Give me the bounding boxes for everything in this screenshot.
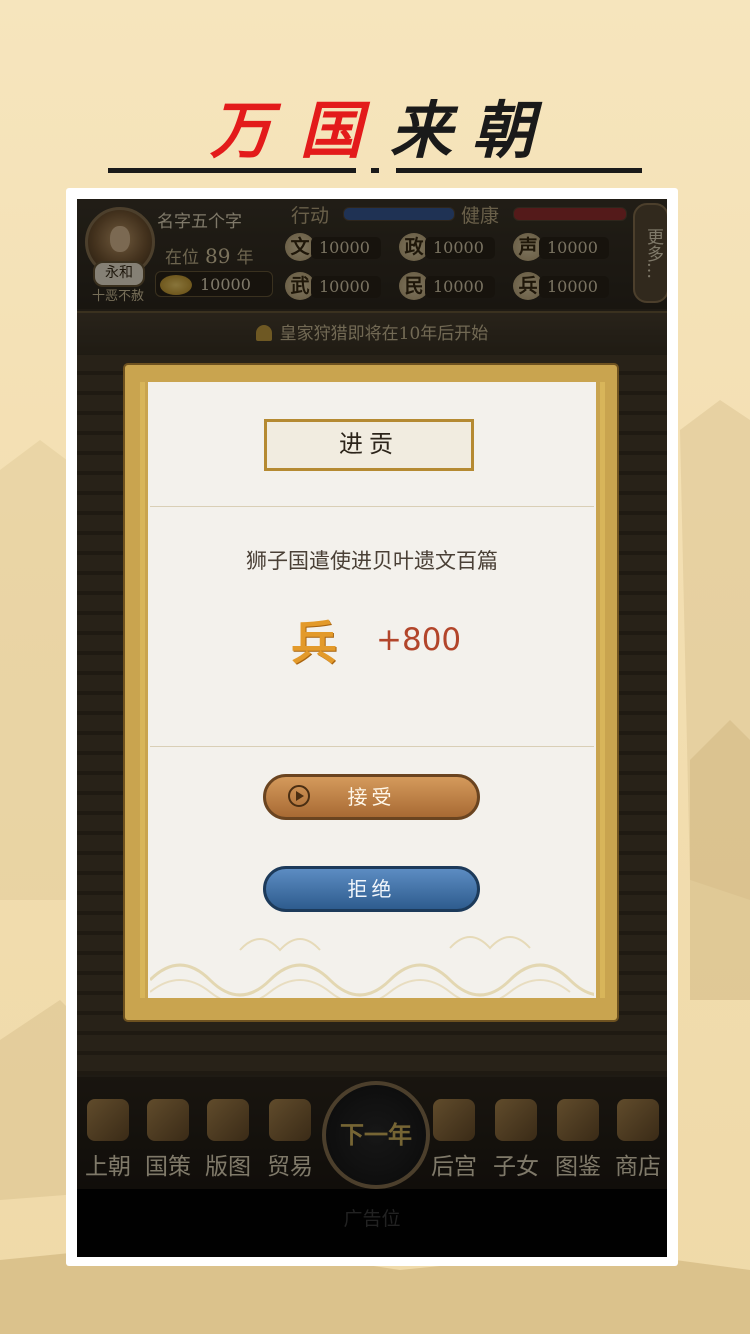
soldiers-reward-icon: 兵: [291, 616, 337, 670]
title-char-4: 朝: [472, 94, 535, 167]
play-video-icon: [288, 785, 310, 807]
title-char-1: 万: [210, 94, 273, 167]
title-underline-dot: [371, 168, 379, 173]
title-char-3: 来: [390, 94, 453, 167]
dialog-gold-edge-left: [140, 382, 145, 998]
title-char-2: 国: [300, 94, 363, 167]
divider-top: [150, 506, 594, 507]
dialog-gold-edge-right: [600, 382, 605, 998]
app-title: 万 国 来 朝: [0, 70, 750, 180]
cloud-wave-decoration: [150, 936, 594, 998]
reject-button[interactable]: 拒绝: [263, 866, 480, 912]
dialog-title: 进贡: [264, 419, 474, 471]
title-underline-left: [108, 168, 356, 173]
dialog-message: 狮子国遣使进贝叶遗文百篇: [246, 549, 498, 573]
title-underline-right: [396, 168, 642, 173]
divider-bottom: [150, 746, 594, 747]
reject-label: 拒绝: [347, 877, 396, 901]
reward-value: +800: [376, 622, 462, 658]
accept-label: 接受: [347, 785, 396, 809]
accept-button[interactable]: 接受: [263, 774, 480, 820]
